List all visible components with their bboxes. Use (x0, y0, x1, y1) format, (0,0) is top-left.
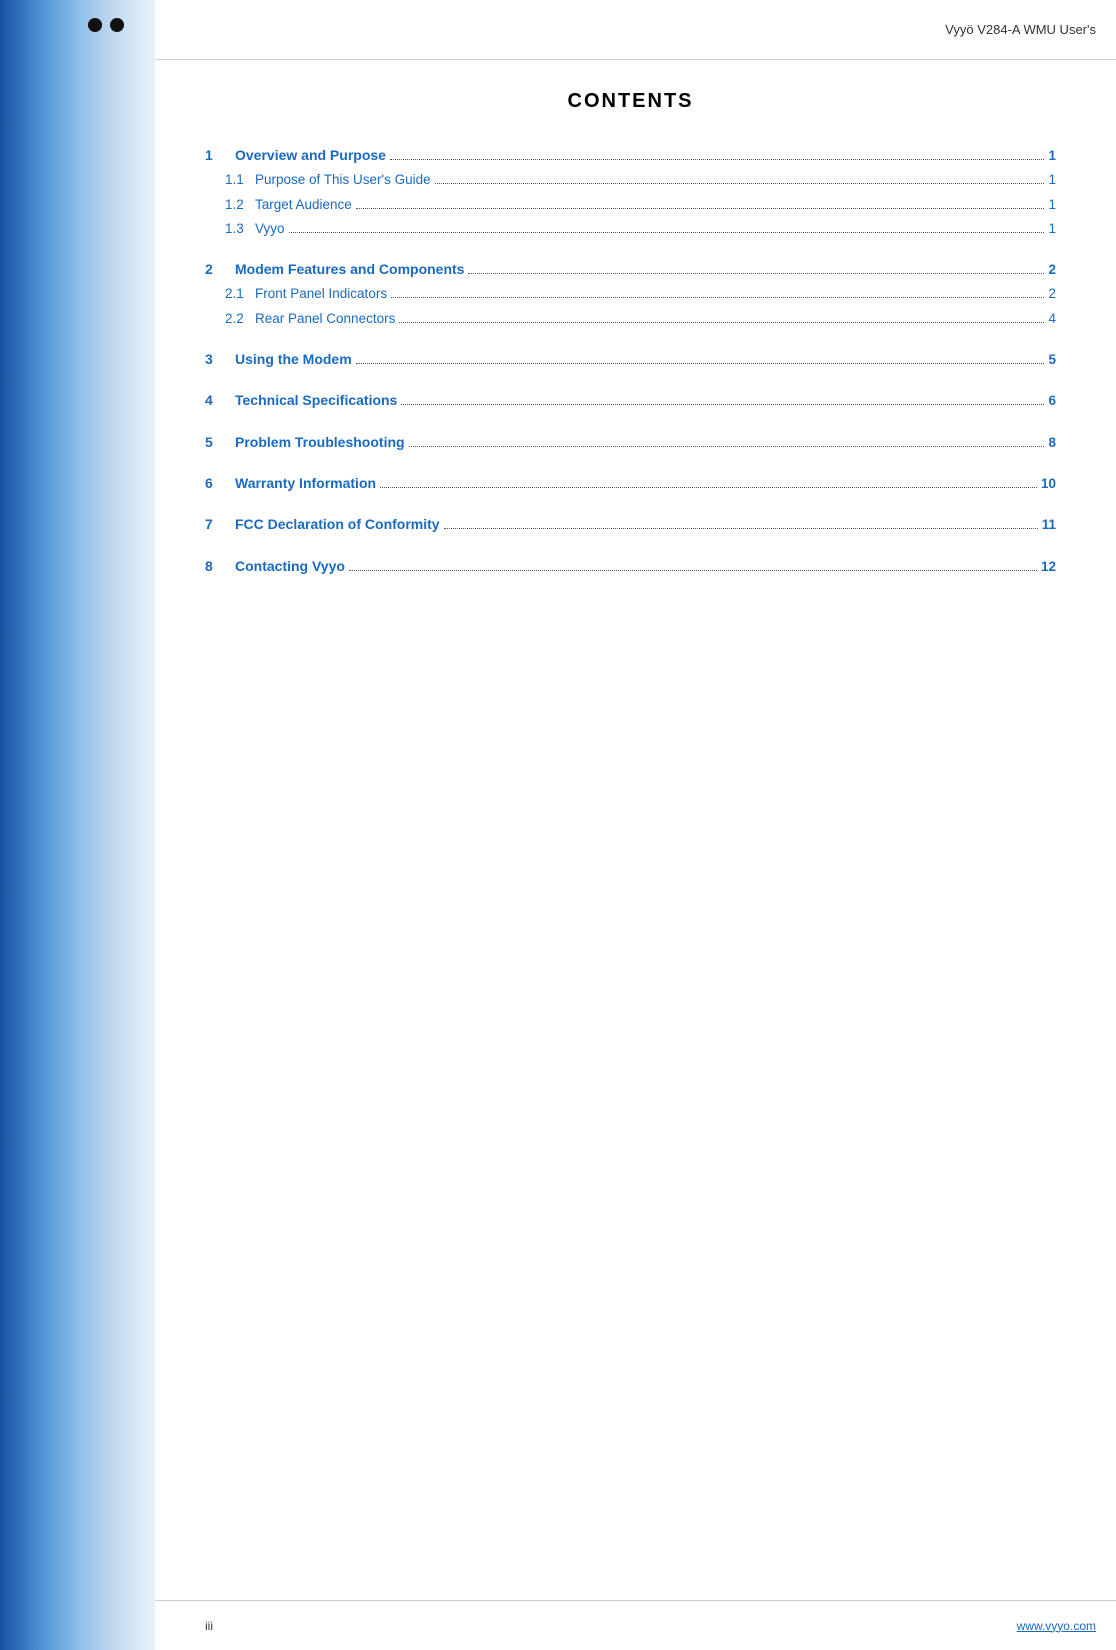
toc-entry-1[interactable]: 1 Overview and Purpose 1 (205, 143, 1056, 168)
toc-number-4: 4 (205, 388, 235, 413)
toc-page-3: 5 (1048, 348, 1056, 372)
toc-number-6: 6 (205, 471, 235, 496)
toc-number-1-2: 1.2 (225, 193, 255, 217)
toc-page-8: 12 (1041, 555, 1056, 579)
toc-section-4: 4 Technical Specifications 6 (205, 388, 1056, 413)
toc-number-8: 8 (205, 554, 235, 579)
main-content: CONTENTS 1 Overview and Purpose 1 1.1 Pu… (155, 60, 1116, 1600)
toc-entry-2-2[interactable]: 2.2 Rear Panel Connectors 4 (205, 307, 1056, 331)
footer: iii www.vyyo.com (155, 1600, 1116, 1650)
toc-text-2-1[interactable]: Front Panel Indicators (255, 282, 387, 306)
header-dots (88, 18, 124, 32)
toc-entry-1-3[interactable]: 1.3 Vyyo 1 (205, 217, 1056, 241)
toc-text-8[interactable]: Contacting Vyyo (235, 554, 345, 579)
toc-page-2-2: 4 (1048, 307, 1056, 331)
sidebar (0, 0, 155, 1650)
toc-dots-8 (349, 570, 1037, 571)
toc-text-2-2[interactable]: Rear Panel Connectors (255, 307, 395, 331)
toc-dots-4 (401, 404, 1044, 405)
toc-entry-8[interactable]: 8 Contacting Vyyo 12 (205, 554, 1056, 579)
toc-text-3[interactable]: Using the Modem (235, 347, 352, 372)
toc-entry-2[interactable]: 2 Modem Features and Components 2 (205, 257, 1056, 282)
toc-number-3: 3 (205, 347, 235, 372)
toc-number-5: 5 (205, 430, 235, 455)
toc-page-1-3: 1 (1048, 217, 1056, 241)
toc-text-7[interactable]: FCC Declaration of Conformity (235, 512, 440, 537)
toc-page-6: 10 (1041, 472, 1056, 496)
footer-website-link[interactable]: www.vyyo.com (1017, 1619, 1096, 1633)
toc-text-6[interactable]: Warranty Information (235, 471, 376, 496)
toc-text-1-2[interactable]: Target Audience (255, 193, 352, 217)
toc-dots-5 (409, 446, 1045, 447)
toc-dots-2 (468, 273, 1044, 274)
toc-number-1-1: 1.1 (225, 168, 255, 192)
page-title: CONTENTS (205, 90, 1056, 113)
toc-number-1-3: 1.3 (225, 217, 255, 241)
toc-section-3: 3 Using the Modem 5 (205, 347, 1056, 372)
toc-dots-1 (390, 159, 1045, 160)
toc-page-4: 6 (1048, 389, 1056, 413)
toc-section-8: 8 Contacting Vyyo 12 (205, 554, 1056, 579)
toc-number-1: 1 (205, 143, 235, 168)
toc-number-2: 2 (205, 257, 235, 282)
toc-entry-5[interactable]: 5 Problem Troubleshooting 8 (205, 430, 1056, 455)
dot-2 (110, 18, 124, 32)
toc-page-5: 8 (1048, 431, 1056, 455)
toc-number-2-1: 2.1 (225, 282, 255, 306)
dot-1 (88, 18, 102, 32)
toc-page-1-2: 1 (1048, 193, 1056, 217)
toc-section-7: 7 FCC Declaration of Conformity 11 (205, 512, 1056, 537)
toc-dots-1-3 (289, 232, 1045, 233)
toc-dots-1-1 (435, 183, 1045, 184)
toc-page-2-1: 2 (1048, 282, 1056, 306)
toc-section-2: 2 Modem Features and Components 2 2.1 Fr… (205, 257, 1056, 331)
toc-number-7: 7 (205, 512, 235, 537)
toc-dots-2-1 (391, 297, 1044, 298)
toc-text-5[interactable]: Problem Troubleshooting (235, 430, 405, 455)
toc-dots-1-2 (356, 208, 1045, 209)
toc-page-1-1: 1 (1048, 168, 1056, 192)
toc-dots-2-2 (399, 322, 1044, 323)
toc-section-6: 6 Warranty Information 10 (205, 471, 1056, 496)
toc-section-5: 5 Problem Troubleshooting 8 (205, 430, 1056, 455)
header: Vyyö V284-A WMU User's (155, 0, 1116, 60)
toc-dots-6 (380, 487, 1037, 488)
table-of-contents: 1 Overview and Purpose 1 1.1 Purpose of … (205, 143, 1056, 579)
toc-entry-7[interactable]: 7 FCC Declaration of Conformity 11 (205, 512, 1056, 537)
toc-text-1-3[interactable]: Vyyo (255, 217, 285, 241)
header-title: Vyyö V284-A WMU User's (945, 0, 1116, 58)
footer-page-number: iii (205, 1619, 213, 1633)
toc-entry-3[interactable]: 3 Using the Modem 5 (205, 347, 1056, 372)
toc-page-1: 1 (1048, 144, 1056, 168)
toc-entry-1-2[interactable]: 1.2 Target Audience 1 (205, 193, 1056, 217)
toc-entry-6[interactable]: 6 Warranty Information 10 (205, 471, 1056, 496)
toc-text-4[interactable]: Technical Specifications (235, 388, 397, 413)
toc-dots-7 (444, 528, 1038, 529)
toc-page-2: 2 (1048, 258, 1056, 282)
toc-number-2-2: 2.2 (225, 307, 255, 331)
toc-page-7: 11 (1042, 513, 1056, 537)
toc-dots-3 (356, 363, 1045, 364)
toc-entry-1-1[interactable]: 1.1 Purpose of This User's Guide 1 (205, 168, 1056, 192)
toc-section-1: 1 Overview and Purpose 1 1.1 Purpose of … (205, 143, 1056, 241)
toc-text-1-1[interactable]: Purpose of This User's Guide (255, 168, 431, 192)
toc-text-2[interactable]: Modem Features and Components (235, 257, 464, 282)
toc-text-1[interactable]: Overview and Purpose (235, 143, 386, 168)
toc-entry-2-1[interactable]: 2.1 Front Panel Indicators 2 (205, 282, 1056, 306)
toc-entry-4[interactable]: 4 Technical Specifications 6 (205, 388, 1056, 413)
